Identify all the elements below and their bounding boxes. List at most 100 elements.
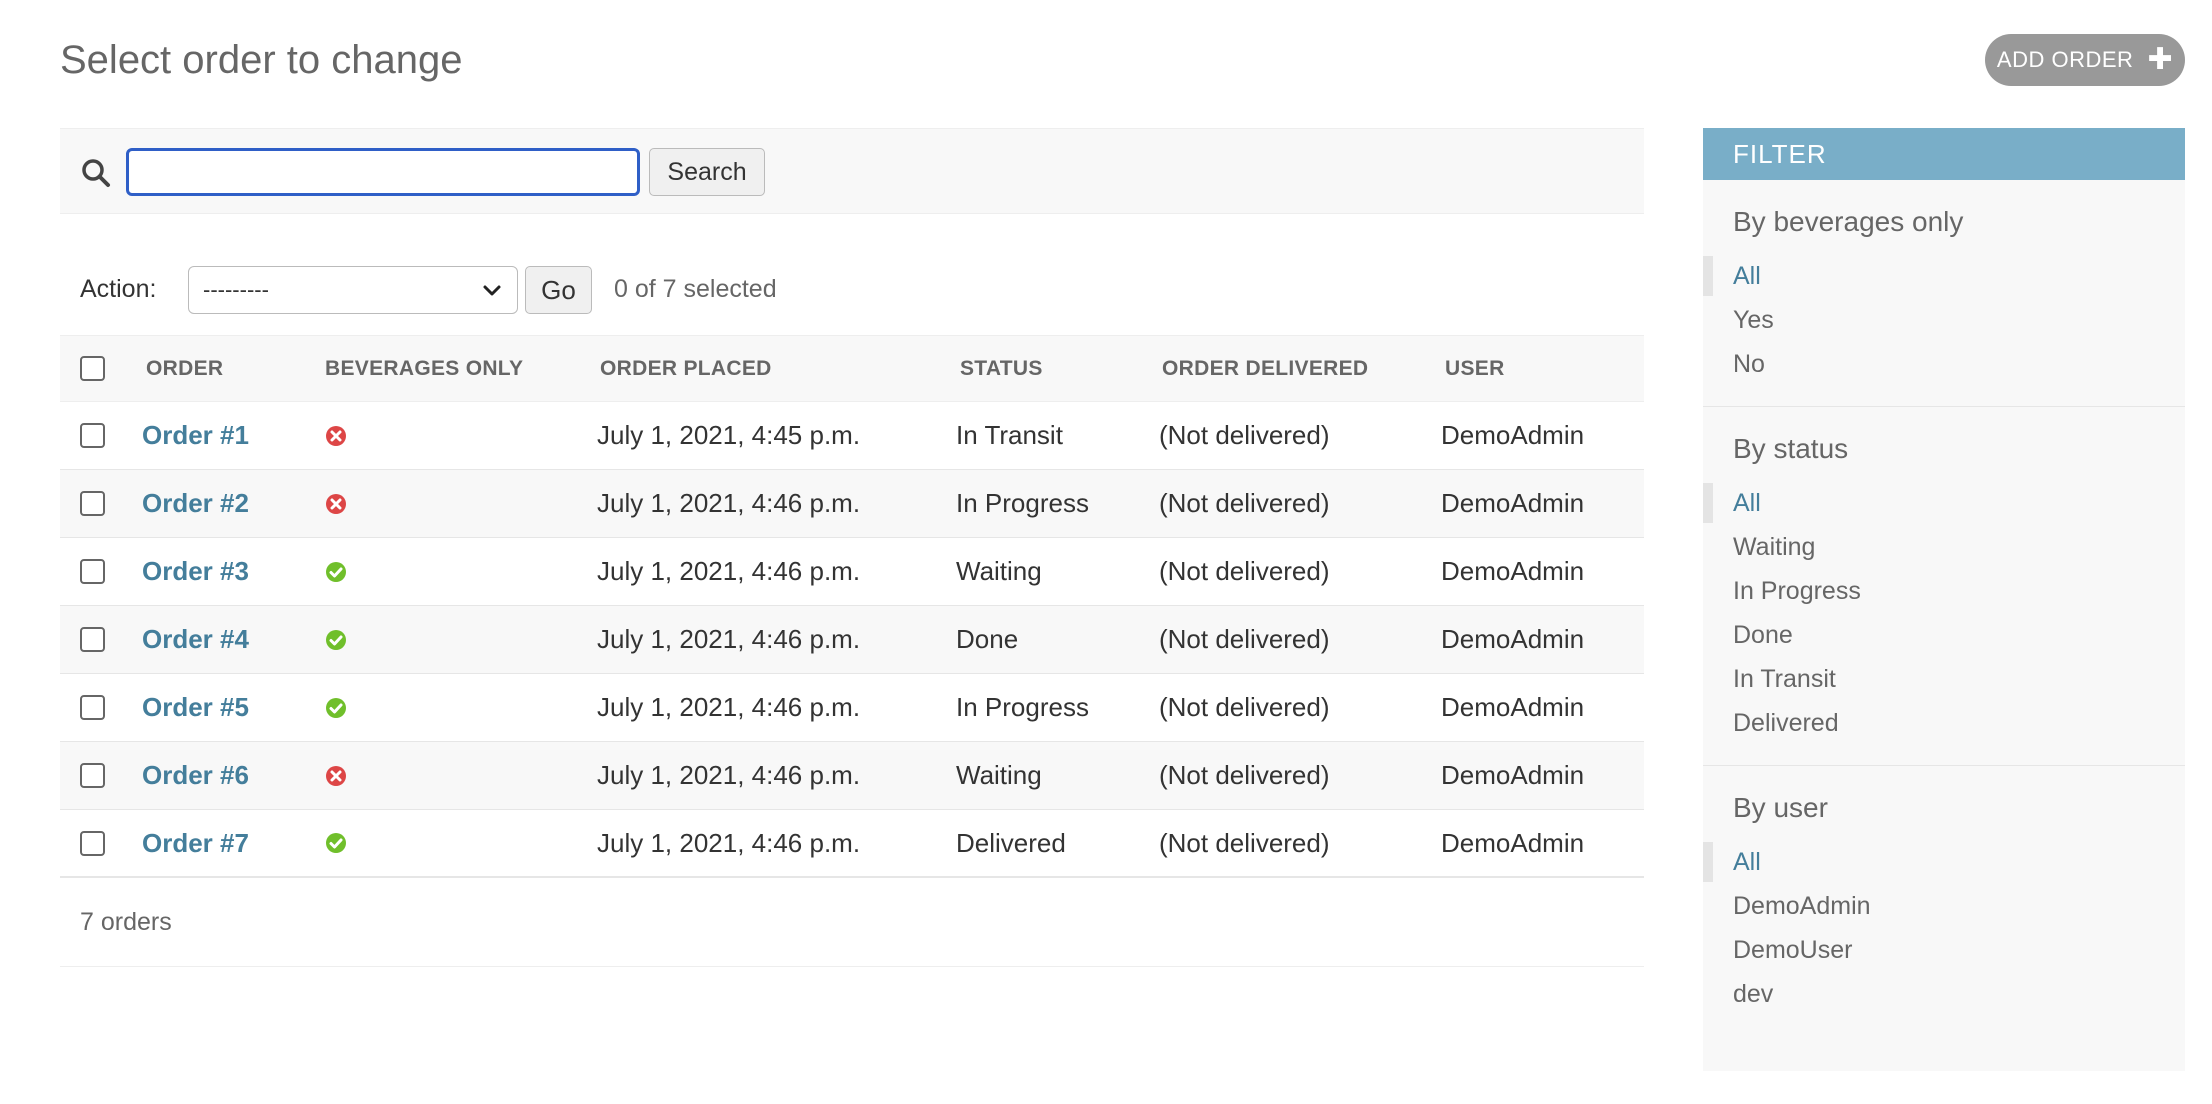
order-delivered-value: (Not delivered) [1159,556,1330,586]
table-row: Order #3 July 1, 2021, 4:46 p.m. Waiting… [60,538,1644,606]
filter-title: FILTER [1703,128,2185,180]
row-checkbox[interactable] [80,423,105,448]
table-row: Order #6 July 1, 2021, 4:46 p.m. Waiting… [60,742,1644,810]
order-placed-value: July 1, 2021, 4:45 p.m. [597,420,861,450]
column-header-user[interactable]: USER [1445,336,1505,401]
filter-group-title: By user [1733,792,1828,823]
order-delivered-value: (Not delivered) [1159,827,1330,858]
search-icon [82,159,110,187]
filter-option-demouser[interactable]: DemoUser [1733,928,2185,972]
add-order-label: ADD ORDER [1996,47,2134,72]
user-value: DemoAdmin [1441,692,1585,722]
column-header-beverages-only[interactable]: BEVERAGES ONLY [325,336,523,401]
row-checkbox[interactable] [80,627,105,652]
table-row: Order #2 July 1, 2021, 4:46 p.m. In Prog… [60,470,1644,538]
order-delivered-value: (Not delivered) [1159,624,1330,654]
order-link[interactable]: Order #5 [142,692,249,723]
order-link[interactable]: Order #1 [142,420,249,451]
row-checkbox[interactable] [80,559,105,584]
filter-option-all[interactable]: All [1703,254,2185,298]
order-link[interactable]: Order #6 [142,760,249,791]
selection-counter: 0 of 7 selected [614,275,777,303]
select-all-checkbox[interactable] [80,356,105,381]
table-row: Order #7 July 1, 2021, 4:46 p.m. Deliver… [60,810,1644,878]
order-delivered-value: (Not delivered) [1159,760,1330,790]
filter-sidebar: FILTER By beverages only All Yes No By s… [1703,128,2185,1071]
filter-option-in-progress[interactable]: In Progress [1733,569,2185,613]
filter-option-demoadmin[interactable]: DemoAdmin [1733,884,2185,928]
status-value: Delivered [956,827,1066,858]
page-title: Select order to change [60,38,463,82]
results-table: ORDER BEVERAGES ONLY ORDER PLACED STATUS… [60,335,1644,878]
filter-option-delivered[interactable]: Delivered [1733,701,2185,745]
column-header-order-placed[interactable]: ORDER PLACED [600,336,772,401]
filter-group-status: By status All Waiting In Progress Done I… [1703,433,2185,745]
result-count-bar: 7 orders [60,880,1644,967]
search-toolbar: Search [60,128,1644,214]
action-select[interactable]: --------- [188,266,518,314]
column-header-order[interactable]: ORDER [146,336,223,401]
order-link[interactable]: Order #3 [142,556,249,587]
filter-option-dev[interactable]: dev [1733,972,2185,1016]
table-row: Order #5 July 1, 2021, 4:46 p.m. In Prog… [60,674,1644,742]
filter-divider [1703,765,2185,766]
column-header-status[interactable]: STATUS [960,336,1043,401]
order-link[interactable]: Order #7 [142,828,249,859]
row-checkbox[interactable] [80,830,105,856]
filter-option-all[interactable]: All [1703,840,2185,884]
filter-option-in-transit[interactable]: In Transit [1733,657,2185,701]
order-delivered-value: (Not delivered) [1159,488,1330,518]
order-placed-value: July 1, 2021, 4:46 p.m. [597,692,861,722]
order-placed-value: July 1, 2021, 4:46 p.m. [597,624,861,654]
order-delivered-value: (Not delivered) [1159,420,1330,450]
user-value: DemoAdmin [1441,488,1585,518]
row-checkbox[interactable] [80,695,105,720]
order-link[interactable]: Order #2 [142,488,249,519]
filter-option-yes[interactable]: Yes [1733,298,2185,342]
user-value: DemoAdmin [1441,827,1585,858]
table-row: Order #4 July 1, 2021, 4:46 p.m. Done (N… [60,606,1644,674]
admin-change-list: Select order to change ADD ORDER ✚ Searc… [0,0,2212,1104]
table-header-row: ORDER BEVERAGES ONLY ORDER PLACED STATUS… [60,336,1644,402]
result-count: 7 orders [80,908,172,936]
user-value: DemoAdmin [1441,760,1585,790]
order-placed-value: July 1, 2021, 4:46 p.m. [597,760,861,790]
user-value: DemoAdmin [1441,420,1585,450]
order-placed-value: July 1, 2021, 4:46 p.m. [597,556,861,586]
status-value: In Transit [956,420,1063,450]
chevron-down-icon [483,285,501,296]
order-link[interactable]: Order #4 [142,624,249,655]
action-selected-value: --------- [203,277,269,302]
add-order-button[interactable]: ADD ORDER ✚ [1985,34,2185,86]
filter-group-beverages-only: By beverages only All Yes No [1703,206,2185,386]
filter-option-all[interactable]: All [1703,481,2185,525]
filter-group-user: By user All DemoAdmin DemoUser dev [1703,792,2185,1016]
filter-divider [1703,406,2185,407]
yes-icon [326,833,346,853]
search-button[interactable]: Search [649,148,765,196]
status-value: Done [956,624,1019,654]
status-value: Waiting [956,760,1042,790]
status-value: In Progress [956,692,1089,722]
no-icon [326,493,346,514]
status-value: In Progress [956,488,1089,518]
column-header-order-delivered[interactable]: ORDER DELIVERED [1162,336,1368,401]
status-value: Waiting [956,556,1042,586]
filter-option-no[interactable]: No [1733,342,2185,386]
order-placed-value: July 1, 2021, 4:46 p.m. [597,827,861,858]
yes-icon [326,629,346,650]
order-delivered-value: (Not delivered) [1159,692,1330,722]
filter-option-done[interactable]: Done [1733,613,2185,657]
go-button[interactable]: Go [525,266,592,314]
no-icon [326,765,346,786]
user-value: DemoAdmin [1441,624,1585,654]
filter-option-waiting[interactable]: Waiting [1733,525,2185,569]
order-placed-value: July 1, 2021, 4:46 p.m. [597,488,861,518]
filter-group-title: By status [1733,433,1849,464]
search-input[interactable] [126,148,640,196]
filter-group-title: By beverages only [1733,206,1964,237]
user-value: DemoAdmin [1441,556,1585,586]
yes-icon [326,697,346,718]
row-checkbox[interactable] [80,491,105,516]
row-checkbox[interactable] [80,763,105,788]
